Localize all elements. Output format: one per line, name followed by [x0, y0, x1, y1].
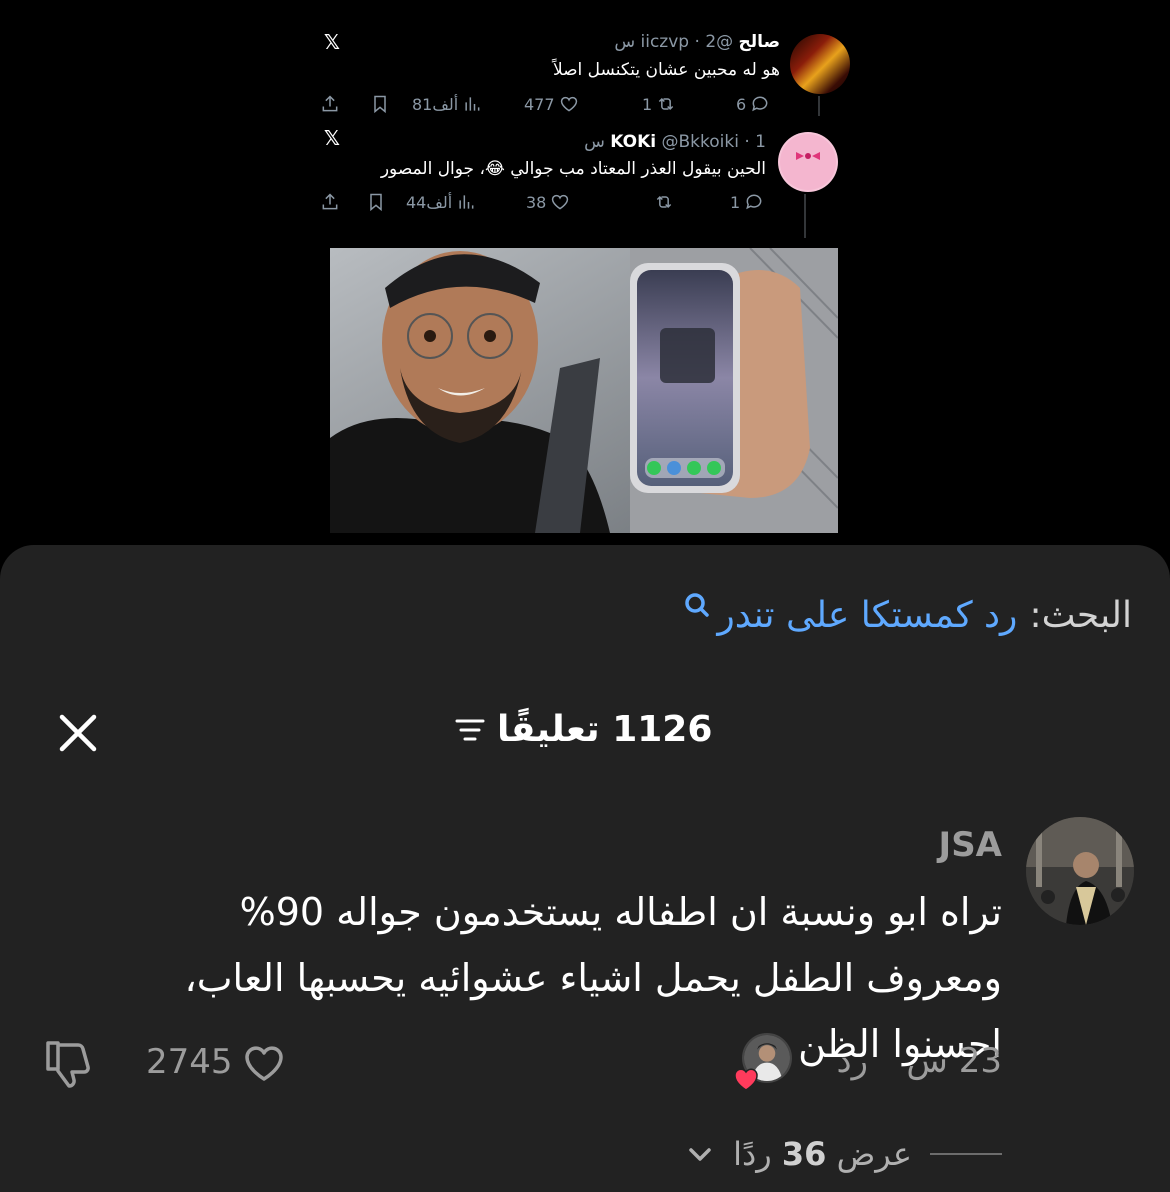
search-label: البحث:: [1029, 595, 1132, 636]
avatar[interactable]: [1026, 817, 1134, 925]
tweet-author-name: صالح: [738, 32, 780, 52]
bookmark-icon: [374, 95, 386, 114]
retweet-button[interactable]: [650, 192, 674, 212]
retweet-button[interactable]: 1: [642, 94, 676, 114]
tweet-header: صالح @iiczvp · 2 س: [614, 32, 780, 52]
heart-icon: [244, 1046, 283, 1081]
comment-meta-row: 23 س رد 2745: [40, 1033, 1002, 1091]
embedded-tweet-screenshot: صالح @iiczvp · 2 س هو له محبين عشان يتكن…: [320, 0, 850, 540]
close-icon[interactable]: [56, 711, 100, 755]
tweet-2: KOKi @Bkkoiki · 1 س الحين بيقول العذر ال…: [320, 128, 848, 238]
thread-line: [804, 194, 806, 238]
bookmark-button[interactable]: [366, 192, 386, 212]
views-icon: [459, 195, 474, 209]
share-icon: [322, 193, 338, 210]
bookmark-icon: [370, 193, 382, 212]
tweet-header: KOKi @Bkkoiki · 1 س: [584, 132, 766, 152]
like-button[interactable]: 477: [524, 94, 579, 114]
retweet-icon: [656, 195, 672, 209]
share-icon: [322, 95, 338, 112]
retweet-icon: [658, 97, 674, 111]
view-replies-prefix: عرض: [836, 1135, 912, 1173]
like-count: 38: [526, 192, 547, 212]
comments-count: 1126 تعليقًا: [497, 709, 713, 750]
search-query-link[interactable]: رد كمستكا على تندر: [717, 595, 1017, 636]
photo-illustration: [330, 248, 838, 533]
views-count: 44ألف: [406, 192, 453, 212]
view-replies-divider: [930, 1153, 1002, 1155]
heart-icon: [734, 1068, 758, 1091]
tweet-photo[interactable]: [330, 248, 838, 533]
tweet-author-name: KOKi: [610, 132, 657, 152]
tweet-author-handle: @iiczvp: [640, 32, 734, 52]
comment-time: 23 س: [906, 1041, 1002, 1081]
share-button[interactable]: [320, 94, 340, 114]
views-count: 81ألف: [412, 94, 459, 114]
view-replies-count: 36: [781, 1135, 827, 1173]
like-button[interactable]: 38: [526, 192, 570, 212]
share-button[interactable]: [320, 192, 340, 212]
chevron-down-icon: [689, 1148, 711, 1161]
views-stat[interactable]: 44ألف: [406, 192, 476, 212]
heart-icon: [560, 96, 577, 112]
thread-line: [818, 96, 820, 116]
reply-count: 6: [736, 94, 747, 114]
reply-count: 1: [730, 192, 741, 212]
comment-username[interactable]: JSA: [939, 825, 1002, 865]
comments-sheet: البحث: رد كمستكا على تندر 1126 تعليقًا J…: [0, 545, 1170, 1192]
like-button[interactable]: 2745: [146, 1037, 289, 1087]
view-replies-button[interactable]: عرض 36 ردًا: [685, 1135, 1002, 1173]
filter-icon[interactable]: [455, 715, 485, 745]
tweet-text: هو له محبين عشان يتكنسل اصلاً: [552, 60, 780, 80]
views-stat[interactable]: 81ألف: [412, 94, 482, 114]
creator-liked-badge: [734, 1033, 792, 1091]
tweet-avatar[interactable]: [790, 34, 850, 94]
thumbs-down-icon[interactable]: [40, 1035, 96, 1091]
reply-button[interactable]: 1: [730, 192, 764, 212]
avatar-image: [1026, 817, 1134, 925]
x-logo-icon: 𝕏: [323, 30, 340, 54]
comments-header: 1126 تعليقًا: [0, 705, 1170, 761]
search-icon[interactable]: [679, 589, 715, 625]
view-replies-text: عرض 36 ردًا: [733, 1135, 912, 1173]
like-count: 477: [524, 94, 555, 114]
heart-icon: [552, 194, 569, 210]
like-count: 2745: [146, 1042, 233, 1082]
bow-icon: [780, 134, 836, 190]
retweet-count: 1: [642, 94, 653, 114]
reply-icon: [746, 194, 762, 210]
bookmark-button[interactable]: [370, 94, 390, 114]
tweet-actions: 81ألف 477 1 6: [320, 94, 780, 118]
reply-button[interactable]: 6: [736, 94, 770, 114]
tweet-actions: 44ألف 38 1: [320, 192, 780, 216]
reply-button[interactable]: رد: [836, 1041, 868, 1081]
views-icon: [465, 97, 480, 111]
tweet-author-handle: @Bkkoiki: [661, 132, 739, 152]
tweet-text: الحين بيقول العذر المعتاد مب جوالي 😂، جو…: [380, 159, 766, 179]
tweet-avatar[interactable]: [778, 132, 838, 192]
tweet-1: صالح @iiczvp · 2 س هو له محبين عشان يتكن…: [320, 28, 850, 128]
comment-item: JSA تراه ابو ونسبة ان اطفاله يستخدمون جو…: [0, 817, 1170, 1192]
search-suggestion[interactable]: البحث: رد كمستكا على تندر: [679, 592, 1132, 636]
x-logo-icon: 𝕏: [323, 126, 340, 150]
reply-icon: [752, 96, 768, 112]
comments-count-wrap: 1126 تعليقًا: [455, 709, 712, 750]
view-replies-suffix: ردًا: [733, 1135, 772, 1173]
